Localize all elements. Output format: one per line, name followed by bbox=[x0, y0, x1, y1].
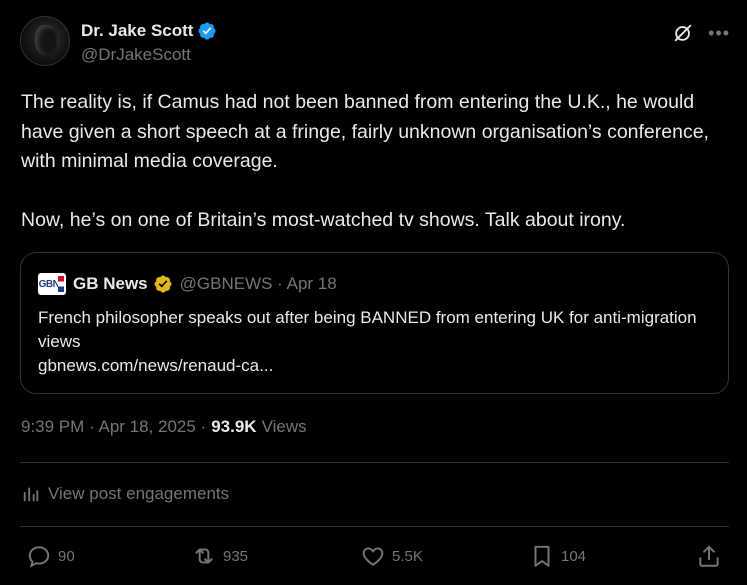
share-icon bbox=[699, 545, 719, 567]
share-button[interactable] bbox=[696, 543, 722, 569]
gb-news-logo: GBN bbox=[38, 273, 66, 295]
author-handle[interactable]: @DrJakeScott bbox=[81, 45, 217, 65]
more-icon[interactable]: ••• bbox=[708, 24, 730, 42]
views-label: Views bbox=[261, 417, 307, 436]
quoted-post-header: GBN GB News @GBNEWS · Apr 18 bbox=[38, 273, 337, 295]
repost-count: 935 bbox=[223, 547, 249, 565]
like-count: 5.5K bbox=[392, 547, 423, 565]
quoted-post-text: French philosopher speaks out after bein… bbox=[38, 306, 718, 378]
bookmark-icon bbox=[534, 545, 550, 567]
post-paragraph: Now, he’s on one of Britain’s most-watch… bbox=[21, 209, 626, 231]
like-button[interactable]: 5.5K bbox=[360, 543, 423, 569]
quoted-handle-date[interactable]: @GBNEWS · Apr 18 bbox=[180, 274, 337, 294]
view-engagements-link[interactable]: View post engagements bbox=[22, 484, 229, 504]
view-engagements-label: View post engagements bbox=[48, 484, 230, 503]
divider bbox=[20, 526, 729, 527]
divider bbox=[20, 462, 729, 463]
bookmark-count: 104 bbox=[561, 547, 587, 565]
quoted-post[interactable]: GBN GB News @GBNEWS · Apr 18 French phil… bbox=[20, 252, 729, 394]
repost-icon bbox=[195, 548, 213, 564]
display-name-row: Dr. Jake Scott bbox=[81, 20, 217, 42]
quoted-headline: French philosopher speaks out after bein… bbox=[38, 308, 697, 351]
action-bar: 90 935 5.5K 104 bbox=[26, 543, 726, 573]
reply-icon bbox=[28, 546, 50, 568]
post-paragraph: The reality is, if Camus had not been ba… bbox=[21, 91, 709, 172]
quoted-author-name[interactable]: GB News bbox=[73, 274, 148, 294]
post-body: The reality is, if Camus had not been ba… bbox=[21, 88, 727, 236]
author-info: Dr. Jake Scott @DrJakeScott bbox=[81, 20, 217, 65]
repost-button[interactable]: 935 bbox=[191, 543, 248, 569]
quoted-link[interactable]: gbnews.com/news/renaud-ca... bbox=[38, 354, 718, 378]
author-display-name[interactable]: Dr. Jake Scott bbox=[81, 21, 193, 41]
avatar[interactable] bbox=[20, 16, 70, 66]
heart-icon bbox=[362, 547, 384, 566]
verified-badge-icon[interactable] bbox=[197, 21, 217, 41]
grok-icon[interactable] bbox=[672, 22, 694, 44]
bookmark-button[interactable]: 104 bbox=[529, 543, 586, 569]
post-timestamp[interactable]: 9:39 PM · Apr 18, 2025 · bbox=[21, 417, 206, 437]
post-header: Dr. Jake Scott @DrJakeScott ••• bbox=[20, 16, 730, 70]
analytics-icon bbox=[23, 487, 39, 502]
header-actions: ••• bbox=[672, 22, 730, 44]
views-count: 93.9K bbox=[211, 417, 257, 436]
post-meta: 9:39 PM · Apr 18, 2025 · 93.9K Views bbox=[21, 417, 307, 437]
reply-count: 90 bbox=[58, 547, 75, 565]
gb-news-logo-text: GBN bbox=[38, 278, 60, 290]
gold-verified-badge-icon[interactable] bbox=[153, 274, 173, 294]
reply-button[interactable]: 90 bbox=[26, 543, 75, 569]
